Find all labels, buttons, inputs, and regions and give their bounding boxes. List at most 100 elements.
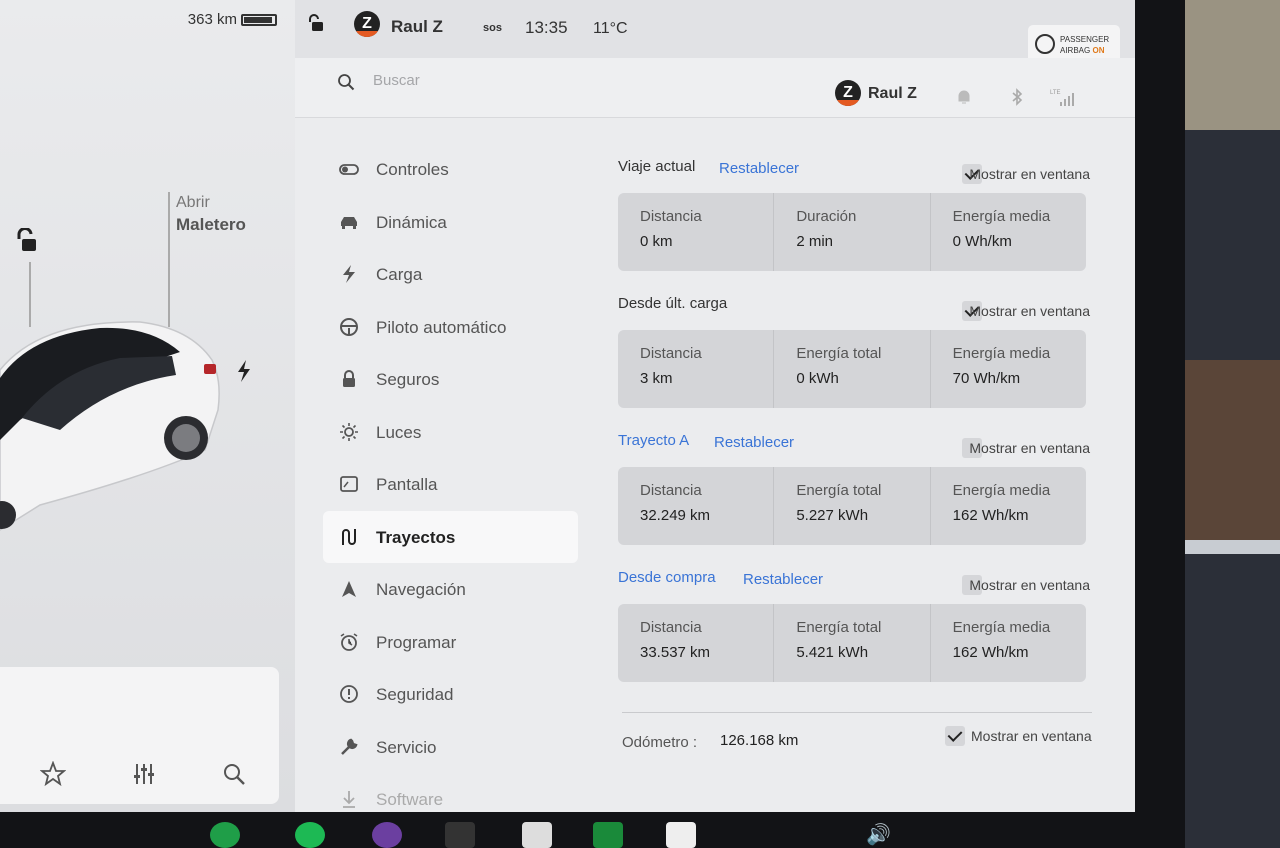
nav-label: Trayectos (376, 527, 456, 547)
bell-icon[interactable] (955, 88, 973, 106)
nav-item-servicio[interactable]: Servicio (323, 721, 578, 774)
nav-label: Dinámica (376, 212, 447, 232)
car-interior-background (1185, 0, 1280, 848)
stat-total-energy: Energía total 5.227 kWh (774, 467, 931, 545)
stat-label: Distancia (640, 619, 702, 636)
lte-label: LTE (1050, 90, 1061, 96)
nav-item-piloto[interactable]: Piloto automático (323, 301, 578, 354)
trunk-label[interactable]: Maletero (176, 215, 246, 235)
phone-app-icon[interactable] (210, 822, 240, 848)
stat-duration: Duración 2 min (774, 193, 931, 271)
stat-value: 3 km (640, 370, 673, 387)
spotify-app-icon[interactable] (295, 822, 325, 848)
odometer-divider (622, 712, 1092, 713)
nav-item-carga[interactable]: Carga (323, 248, 578, 301)
sos-button[interactable]: sos (483, 22, 502, 34)
airbag-label-line2: AIRBAG ON (1060, 46, 1104, 55)
dashboard-wood-trim (1185, 360, 1280, 540)
reset-since-purchase-button[interactable]: Restablecer (743, 571, 823, 588)
stat-label: Energía media (952, 345, 1051, 362)
car-model-image (0, 321, 220, 531)
stat-label: Energía media (952, 208, 1051, 225)
sliders-icon[interactable] (131, 761, 157, 787)
nav-item-seguridad[interactable]: Seguridad (323, 668, 578, 721)
stat-value: 0 kWh (796, 370, 839, 387)
nav-item-software[interactable]: Software (323, 773, 578, 812)
nav-label: Controles (376, 160, 449, 179)
stat-avg-energy: Energía media 162 Wh/km (931, 604, 1086, 682)
lock-icon (343, 370, 355, 387)
nav-item-dinamica[interactable]: Dinámica (323, 196, 578, 249)
nav-item-controles[interactable]: Controles (323, 143, 578, 196)
trip-title: Trayecto A (618, 432, 690, 449)
range-indicator: 363 km (0, 8, 285, 32)
stat-label: Energía total (796, 345, 882, 362)
odometer-show-in-window-checkbox[interactable] (945, 726, 965, 746)
stat-value: 32.249 km (640, 507, 711, 524)
range-value: 363 km (187, 11, 237, 28)
nav-item-luces[interactable]: Luces (323, 406, 578, 459)
nav-item-trayectos[interactable]: Trayectos (323, 510, 578, 563)
stat-value: 5.227 kWh (796, 507, 869, 524)
search-icon[interactable] (221, 761, 247, 787)
display-icon (340, 476, 358, 492)
stat-total-energy: Energía total 0 kWh (774, 330, 931, 408)
settings-panel: Z Raul Z sos 13:35 11°C PASSENGER AIRBAG… (295, 0, 1135, 812)
door-unlocked-icon[interactable] (14, 228, 38, 254)
stat-distance: Distancia 0 km (618, 193, 775, 271)
volume-icon[interactable]: 🔊 (866, 822, 896, 848)
nav-label: Pantalla (376, 475, 438, 494)
charge-port-bolt-icon[interactable] (236, 360, 252, 382)
star-icon[interactable] (40, 761, 66, 787)
stat-label: Energía media (952, 619, 1051, 636)
trunk-open-label[interactable]: Abrir (176, 194, 210, 212)
trip-stats: Distancia 3 km Energía total 0 kWh Energía… (618, 330, 1086, 408)
profile-avatar[interactable]: Z (835, 80, 861, 106)
stat-value: 162 Wh/km (952, 507, 1029, 524)
stat-value: 0 km (640, 233, 673, 250)
car-icon (341, 216, 357, 229)
window-view (1185, 0, 1280, 130)
stat-distance: Distancia 33.537 km (618, 604, 775, 682)
download-icon (343, 791, 355, 808)
nav-item-pantalla[interactable]: Pantalla (323, 458, 578, 511)
trip-stats: Distancia 0 km Duración 2 min Energía medi… (618, 193, 1086, 271)
stat-distance: Distancia 3 km (618, 330, 775, 408)
energy-app-icon[interactable] (593, 822, 623, 848)
light-icon (340, 422, 358, 441)
stat-value: 162 Wh/km (952, 644, 1029, 661)
nav-label: Programar (376, 632, 457, 652)
nav-item-programar[interactable]: Programar (323, 616, 578, 669)
nav-item-seguros[interactable]: Seguros (323, 353, 578, 406)
nav-label: Seguros (376, 370, 440, 389)
search-input[interactable] (373, 72, 673, 89)
airbag-label: AIRBAG (1060, 46, 1091, 55)
profile-name[interactable]: Raul Z (868, 85, 917, 103)
steering-wheel-icon (340, 317, 358, 336)
stat-avg-energy: Energía media 70 Wh/km (931, 330, 1086, 408)
camera-app-icon[interactable] (445, 822, 475, 848)
bolt-icon (343, 265, 355, 283)
stat-distance: Distancia 32.249 km (618, 467, 775, 545)
reset-current-trip-button[interactable]: Restablecer (719, 160, 799, 177)
profile-avatar[interactable]: Z (354, 11, 380, 37)
stat-value: 5.421 kWh (796, 644, 869, 661)
battery-icon (241, 14, 277, 26)
nav-label: Carga (376, 265, 423, 284)
odometer-label: Odómetro : (622, 734, 698, 751)
car-panel: 363 km Abrir Maletero (0, 0, 295, 812)
notes-app-icon[interactable] (666, 822, 696, 848)
odometer-show-in-window-label: Mostrar en ventana (971, 728, 1092, 744)
driver-profile-name[interactable]: Raul Z (391, 17, 443, 37)
lock-icon[interactable] (307, 14, 325, 32)
bluetooth-icon[interactable] (1008, 88, 1026, 106)
show-in-window-label: Mostrar en ventana (969, 303, 1090, 319)
podcast-app-icon[interactable] (372, 822, 402, 848)
stat-label: Duración (796, 208, 857, 225)
calendar-app-icon[interactable] (522, 822, 552, 848)
trip-stats: Distancia 33.537 km Energía total 5.421 kW… (618, 604, 1086, 682)
nav-item-navegacion[interactable]: Navegación (323, 563, 578, 616)
reset-trip-a-button[interactable]: Restablecer (714, 434, 794, 451)
touchscreen: 363 km Abrir Maletero Z Raul Z sos 13:35… (0, 0, 1135, 812)
trip-a: Trayecto A Restablecer Mostrar en ventan… (618, 424, 1090, 561)
